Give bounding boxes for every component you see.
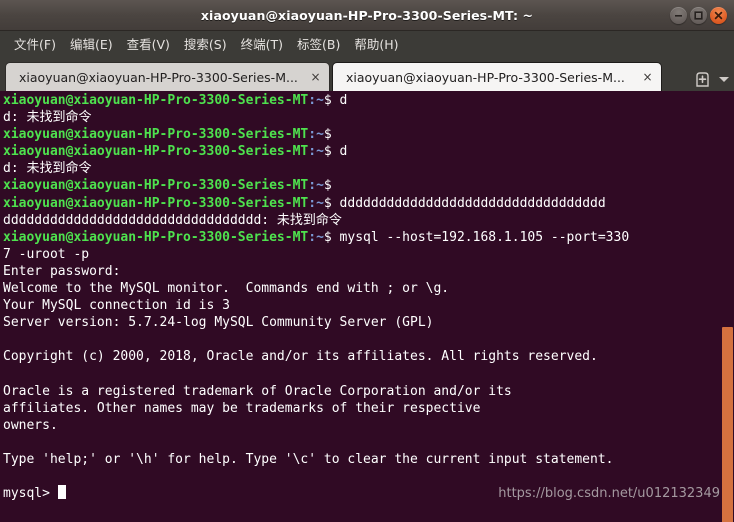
terminal-line: owners. <box>3 417 734 434</box>
new-tab-icon <box>696 72 709 87</box>
terminal-line: Enter password: <box>3 263 734 280</box>
terminal-line <box>3 331 734 348</box>
terminal-line: d: 未找到命令 <box>3 109 734 126</box>
close-button[interactable] <box>710 6 727 24</box>
terminal-scrollbar-thumb[interactable] <box>722 327 733 522</box>
prompt-user-host: xiaoyuan@xiaoyuan-HP-Pro-3300-Series-MT <box>3 127 309 143</box>
terminal-output-text: ddddddddddddddddddddddddddddddddd: 未找到命令 <box>3 212 342 228</box>
tab-bar: xiaoyuan@xiaoyuan-HP-Pro-3300-Series-M..… <box>0 57 734 91</box>
prompt-command: mysql --host=192.168.1.105 --port=330 <box>331 229 630 245</box>
window-title: xiaoyuan@xiaoyuan-HP-Pro-3300-Series-MT:… <box>200 7 534 23</box>
terminal-line: xiaoyuan@xiaoyuan-HP-Pro-3300-Series-MT:… <box>3 92 734 109</box>
terminal-text: xiaoyuan@xiaoyuan-HP-Pro-3300-Series-MT:… <box>3 92 734 502</box>
terminal-output-text: d: 未找到命令 <box>3 110 92 126</box>
terminal-line: xiaoyuan@xiaoyuan-HP-Pro-3300-Series-MT:… <box>3 177 734 194</box>
menu-item-terminal[interactable]: 终端(T) <box>234 32 290 56</box>
menu-item-search[interactable]: 搜索(S) <box>177 32 234 56</box>
terminal-output-text: Type 'help;' or '\h' for help. Type '\c'… <box>3 451 614 467</box>
tab-label: xiaoyuan@xiaoyuan-HP-Pro-3300-Series-M..… <box>346 69 625 85</box>
terminal-output-text <box>3 367 11 382</box>
terminal-output-text: Welcome to the MySQL monitor. Commands e… <box>3 281 450 297</box>
window-controls <box>670 0 727 30</box>
terminal-output-text: Enter password: <box>3 263 121 279</box>
tab-list-menu-button[interactable] <box>717 74 731 84</box>
tab-close-icon[interactable]: × <box>640 70 655 85</box>
menu-item-help[interactable]: 帮助(H) <box>347 32 405 56</box>
terminal-output-text <box>3 469 11 484</box>
prompt-sigil: $ <box>323 127 332 143</box>
prompt-path: :~ <box>308 178 324 194</box>
terminal-output-text: Oracle is a registered trademark of Orac… <box>3 383 512 399</box>
prompt-command: d <box>331 93 348 108</box>
minimize-button[interactable] <box>670 6 687 24</box>
terminal-output-area[interactable]: xiaoyuan@xiaoyuan-HP-Pro-3300-Series-MT:… <box>0 91 734 522</box>
terminal-window: xiaoyuan@xiaoyuan-HP-Pro-3300-Series-MT:… <box>0 0 734 522</box>
new-tab-button[interactable] <box>694 70 711 88</box>
terminal-output-text: Your MySQL connection id is 3 <box>3 298 230 314</box>
terminal-line: xiaoyuan@xiaoyuan-HP-Pro-3300-Series-MT:… <box>3 229 734 246</box>
prompt-user-host: xiaoyuan@xiaoyuan-HP-Pro-3300-Series-MT <box>3 195 309 211</box>
terminal-line: Oracle is a registered trademark of Orac… <box>3 383 734 400</box>
terminal-line: Welcome to the MySQL monitor. Commands e… <box>3 280 734 297</box>
mysql-prompt: mysql> <box>3 486 58 502</box>
tab-label: xiaoyuan@xiaoyuan-HP-Pro-3300-Series-M..… <box>19 69 298 85</box>
menu-item-view[interactable]: 查看(V) <box>120 32 177 56</box>
terminal-line: Server version: 5.7.24-log MySQL Communi… <box>3 314 734 331</box>
prompt-path: :~ <box>308 229 324 245</box>
prompt-path: :~ <box>308 144 324 160</box>
terminal-line: xiaoyuan@xiaoyuan-HP-Pro-3300-Series-MT:… <box>3 143 734 160</box>
prompt-sigil: $ <box>323 195 332 211</box>
prompt-command: dddddddddddddddddddddddddddddddddd <box>331 195 606 211</box>
minimize-icon <box>675 14 682 17</box>
terminal-output-text: 7 -uroot -p <box>3 246 90 262</box>
terminal-line <box>3 468 734 485</box>
menu-item-file[interactable]: 文件(F) <box>7 32 63 56</box>
menu-item-tabs[interactable]: 标签(B) <box>290 32 347 56</box>
prompt-sigil: $ <box>323 229 332 245</box>
terminal-line: ddddddddddddddddddddddddddddddddd: 未找到命令 <box>3 212 734 229</box>
text-cursor <box>57 485 66 500</box>
terminal-tab-2[interactable]: xiaoyuan@xiaoyuan-HP-Pro-3300-Series-M..… <box>332 62 662 91</box>
title-bar: xiaoyuan@xiaoyuan-HP-Pro-3300-Series-MT:… <box>0 0 734 31</box>
prompt-path: :~ <box>308 195 324 211</box>
prompt-sigil: $ <box>323 93 332 108</box>
prompt-user-host: xiaoyuan@xiaoyuan-HP-Pro-3300-Series-MT <box>3 178 309 194</box>
prompt-sigil: $ <box>323 144 332 160</box>
terminal-line <box>3 434 734 451</box>
terminal-line: xiaoyuan@xiaoyuan-HP-Pro-3300-Series-MT:… <box>3 126 734 143</box>
terminal-line: Your MySQL connection id is 3 <box>3 297 734 314</box>
terminal-line: xiaoyuan@xiaoyuan-HP-Pro-3300-Series-MT:… <box>3 195 734 212</box>
terminal-line <box>3 366 734 383</box>
prompt-command: d <box>331 144 348 160</box>
terminal-line: affiliates. Other names may be trademark… <box>3 400 734 417</box>
terminal-output-text: Server version: 5.7.24-log MySQL Communi… <box>3 315 434 331</box>
terminal-output-text: d: 未找到命令 <box>3 161 92 177</box>
terminal-output-text <box>3 435 11 450</box>
chevron-down-icon <box>719 77 729 82</box>
terminal-line: d: 未找到命令 <box>3 160 734 177</box>
terminal-output-text: owners. <box>3 417 58 433</box>
menu-item-edit[interactable]: 编辑(E) <box>63 32 120 56</box>
terminal-line: Copyright (c) 2000, 2018, Oracle and/or … <box>3 348 734 365</box>
terminal-output-text: affiliates. Other names may be trademark… <box>3 400 481 416</box>
terminal-line: 7 -uroot -p <box>3 246 734 263</box>
prompt-user-host: xiaoyuan@xiaoyuan-HP-Pro-3300-Series-MT <box>3 93 309 108</box>
prompt-user-host: xiaoyuan@xiaoyuan-HP-Pro-3300-Series-MT <box>3 144 309 160</box>
terminal-line: Type 'help;' or '\h' for help. Type '\c'… <box>3 451 734 468</box>
prompt-path: :~ <box>308 93 324 108</box>
prompt-user-host: xiaoyuan@xiaoyuan-HP-Pro-3300-Series-MT <box>3 229 309 245</box>
close-icon <box>714 11 723 19</box>
maximize-button[interactable] <box>690 6 707 24</box>
menu-bar: 文件(F) 编辑(E) 查看(V) 搜索(S) 终端(T) 标签(B) 帮助(H… <box>0 31 734 57</box>
terminal-tab-1[interactable]: xiaoyuan@xiaoyuan-HP-Pro-3300-Series-M..… <box>5 62 330 91</box>
tab-bar-actions <box>694 70 731 88</box>
terminal-output-text <box>3 332 11 347</box>
terminal-output-text: Copyright (c) 2000, 2018, Oracle and/or … <box>3 349 598 365</box>
prompt-path: :~ <box>308 127 324 143</box>
prompt-sigil: $ <box>323 178 332 194</box>
tab-close-icon[interactable]: × <box>308 70 323 85</box>
maximize-icon <box>694 10 703 20</box>
terminal-line: mysql> <box>3 485 734 502</box>
terminal-scrollbar-track[interactable] <box>721 91 734 522</box>
